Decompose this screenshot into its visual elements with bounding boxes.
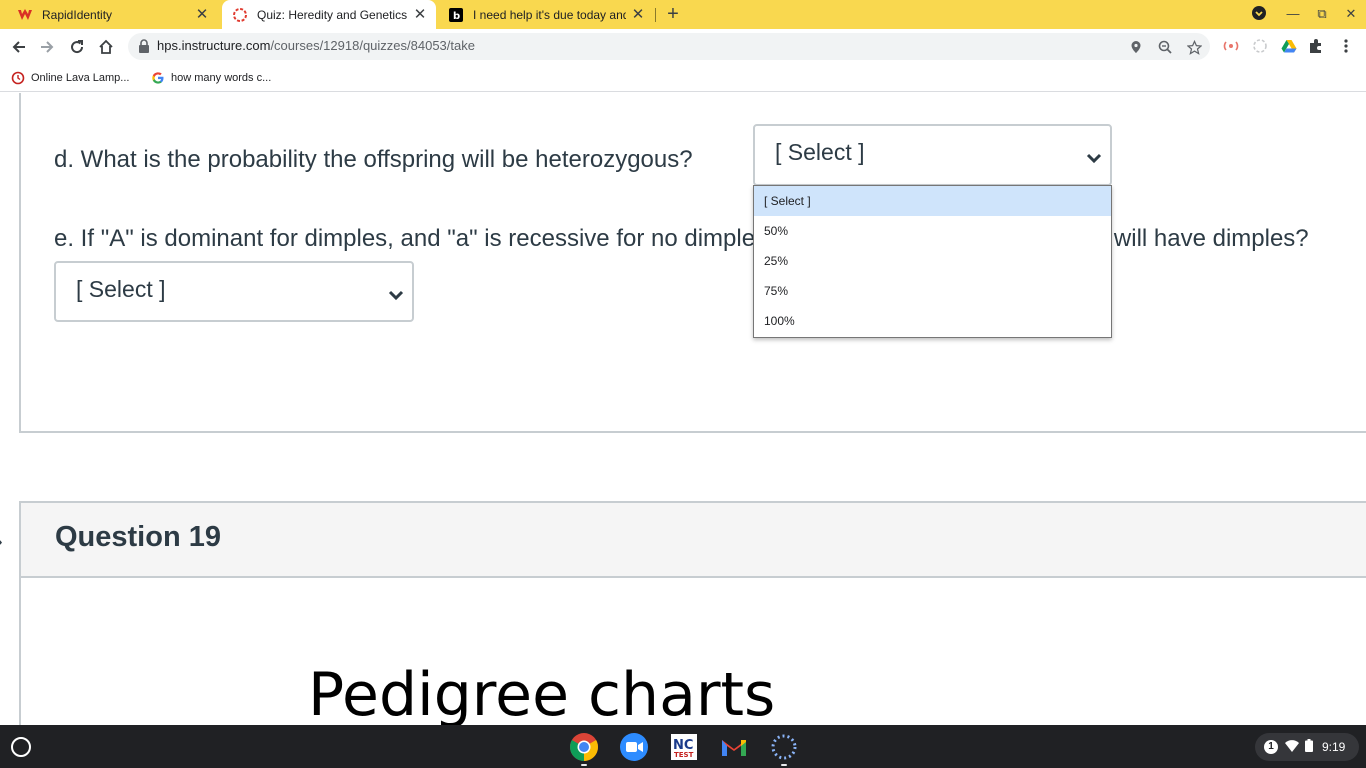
question-e-text: e. If "A" is dominant for dimples, and "… — [54, 225, 1309, 252]
close-tab-icon[interactable]: ✕ — [194, 6, 210, 23]
lock-icon[interactable] — [138, 39, 152, 53]
battery-icon — [1305, 739, 1313, 755]
home-icon[interactable] — [95, 36, 117, 58]
wifi-icon — [1285, 739, 1299, 755]
option-25[interactable]: 25% — [754, 246, 1111, 276]
new-tab-icon[interactable]: + — [663, 4, 683, 24]
select-d-dropdown-list[interactable]: [ Select ] 50% 25% 75% 100% — [753, 185, 1112, 338]
location-icon[interactable] — [1127, 38, 1145, 56]
option-50[interactable]: 50% — [754, 216, 1111, 246]
close-tab-icon[interactable]: ✕ — [630, 6, 646, 23]
restore-icon[interactable]: ⧉ — [1312, 5, 1332, 23]
close-window-icon[interactable]: ✕ — [1341, 5, 1361, 23]
option-select[interactable]: [ Select ] — [754, 186, 1111, 216]
bookmark-how-many-words[interactable]: how many words c... — [151, 68, 271, 88]
notification-badge[interactable]: 1 — [1264, 740, 1278, 754]
running-indicator — [781, 764, 787, 766]
zoom-icon[interactable] — [1156, 38, 1174, 56]
running-indicator — [581, 764, 587, 766]
chevron-down-icon — [1086, 145, 1102, 164]
option-100[interactable]: 100% — [754, 306, 1111, 336]
loading-app-icon[interactable] — [768, 731, 800, 763]
svg-text:TEST: TEST — [674, 751, 694, 759]
gmail-icon[interactable] — [718, 731, 750, 763]
quiz-page: d. What is the probability the offspring… — [0, 93, 1366, 725]
screen: RapidIdentity ✕ Quiz: Heredity and Genet… — [0, 0, 1366, 768]
google-icon — [151, 71, 165, 85]
lava-lamp-icon — [11, 71, 25, 85]
chromeos-shelf: NC TEST 1 9:19 — [0, 725, 1366, 768]
forward-icon[interactable] — [36, 36, 58, 58]
bookmark-lava-lamp[interactable]: Online Lava Lamp... — [11, 68, 129, 88]
chrome-menu-icon[interactable] — [1337, 37, 1355, 55]
loading-extension-icon[interactable] — [1251, 37, 1269, 55]
tab-brainly[interactable]: b I need help it's due today and i don't… — [438, 0, 654, 29]
chrome-icon[interactable] — [568, 731, 600, 763]
google-drive-icon[interactable] — [1280, 37, 1298, 55]
chevron-down-icon — [388, 282, 404, 301]
bookmark-star-icon[interactable] — [1185, 38, 1203, 56]
extensions-puzzle-icon[interactable] — [1307, 37, 1325, 55]
question-19-body: Pedigree charts — [19, 576, 1366, 725]
tab-search-icon[interactable] — [1249, 5, 1269, 23]
nc-test-icon[interactable]: NC TEST — [668, 731, 700, 763]
tab-strip: RapidIdentity ✕ Quiz: Heredity and Genet… — [0, 0, 1366, 29]
chevron-right-icon[interactable]: › — [0, 531, 3, 554]
answer-select-d[interactable]: [ Select ] — [753, 124, 1112, 186]
tab-rapididentity[interactable]: RapidIdentity ✕ — [0, 0, 218, 29]
tab-quiz[interactable]: Quiz: Heredity and Genetics Test ✕ — [222, 0, 436, 29]
back-icon[interactable] — [8, 36, 30, 58]
bookmarks-bar: Online Lava Lamp... how many words c... — [0, 64, 1366, 92]
rapididentity-icon — [17, 7, 33, 23]
close-tab-icon[interactable]: ✕ — [412, 6, 428, 23]
minimize-icon[interactable]: — — [1283, 5, 1303, 23]
question-19-header: Question 19 — [19, 501, 1366, 578]
answer-select-e[interactable]: [ Select ] — [54, 261, 414, 322]
launcher-icon[interactable] — [11, 737, 31, 757]
canvas-icon — [232, 7, 248, 23]
address-bar[interactable]: hps.instructure.com/courses/12918/quizze… — [128, 33, 1210, 60]
cast-extension-icon[interactable] — [1222, 37, 1240, 55]
browser-toolbar: hps.instructure.com/courses/12918/quizze… — [0, 29, 1366, 64]
brainly-icon: b — [448, 7, 464, 23]
pedigree-chart-image-title: Pedigree charts — [308, 660, 776, 725]
status-tray[interactable]: 1 9:19 — [1255, 733, 1359, 761]
option-75[interactable]: 75% — [754, 276, 1111, 306]
clock: 9:19 — [1322, 740, 1346, 754]
question-d-text: d. What is the probability the offspring… — [54, 146, 693, 173]
url-text: hps.instructure.com/courses/12918/quizze… — [157, 38, 475, 53]
tab-separator — [655, 8, 656, 22]
svg-text:b: b — [453, 11, 460, 22]
reload-icon[interactable] — [66, 36, 88, 58]
zoom-app-icon[interactable] — [618, 731, 650, 763]
question-19-title: Question 19 — [55, 521, 221, 553]
